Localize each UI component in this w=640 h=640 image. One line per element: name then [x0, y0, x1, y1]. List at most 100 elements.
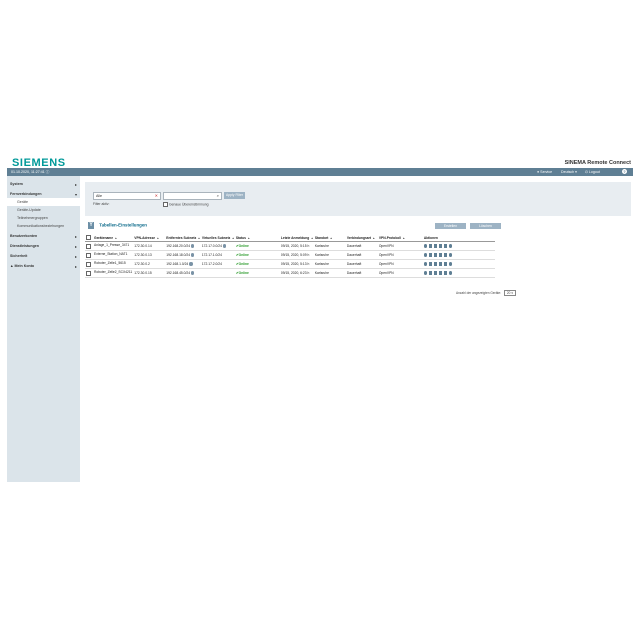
download-icon[interactable] [433, 262, 438, 266]
info-icon[interactable] [191, 271, 195, 275]
user-menu[interactable]: ● Service [537, 170, 552, 174]
status-cell: ✔Online [234, 268, 280, 278]
app-window: SIEMENS SINEMA Remote Connect 01.10.2020… [7, 155, 633, 482]
exact-match-checkbox[interactable] [163, 202, 168, 207]
delete-icon[interactable] [448, 271, 453, 275]
column-header[interactable]: Entferntes Subnetz ▴ [165, 234, 201, 242]
sidebar-item-system[interactable]: System ▸ [7, 180, 80, 188]
edit-icon[interactable] [428, 271, 433, 275]
sort-icon: ▴ [198, 235, 200, 240]
connect-icon[interactable] [443, 244, 448, 248]
sidebar-item-devices[interactable]: Geräte [7, 198, 80, 206]
connect-icon[interactable] [443, 271, 448, 275]
row-select-cell [85, 268, 93, 278]
download-icon[interactable] [433, 253, 438, 257]
select-all-checkbox[interactable] [86, 235, 91, 240]
language-select[interactable]: Deutsch ▾ [561, 170, 577, 174]
vpn-protocol: OpenVPN [377, 241, 423, 251]
sort-icon: ▴ [403, 235, 405, 240]
sidebar-item-services[interactable]: Dienstleistungen ▸ [7, 242, 80, 250]
vpn-protocol: OpenVPN [377, 250, 423, 260]
page-size-select[interactable]: 20 ▾ [503, 290, 516, 296]
status-badge: Online [238, 253, 249, 257]
edit-icon[interactable] [428, 262, 433, 266]
sidebar-item-label: ▲ Mein Konto [10, 264, 35, 269]
edit-icon[interactable] [428, 253, 433, 257]
search-input[interactable]: ⌕ [163, 192, 222, 200]
sidebar-item-security[interactable]: Sicherheit ▸ [7, 252, 80, 260]
connect-icon[interactable] [443, 253, 448, 257]
clear-icon[interactable]: ✕ [155, 193, 158, 199]
actions-cell [422, 241, 495, 251]
filter-icon: Y [88, 222, 94, 229]
delete-icon[interactable] [448, 244, 453, 248]
column-header[interactable]: Virtuelles Subnetz ▴ [200, 234, 235, 242]
row-select-cell [85, 241, 93, 251]
row-select-cell [85, 259, 93, 269]
row-checkbox[interactable] [86, 243, 91, 249]
apply-filter-button[interactable]: Apply Filter [224, 192, 245, 199]
edit-icon[interactable] [428, 244, 433, 248]
download-icon[interactable] [433, 244, 438, 248]
chevron-right-icon: ▸ [74, 263, 77, 269]
column-header[interactable]: VPN-Adresse ▴ [133, 234, 166, 242]
sidebar-item-my-account[interactable]: ▲ Mein Konto ▸ [7, 262, 80, 270]
chevron-right-icon: ▸ [74, 181, 77, 187]
location: Karlsruhe [313, 241, 346, 251]
logout-button[interactable]: ⏻ Logout [585, 170, 600, 174]
column-header[interactable]: VPN-Protokoll ▴ [377, 234, 423, 242]
filter-select-value: Alle [96, 194, 102, 198]
filter-select[interactable]: Alle ✕ [93, 192, 161, 200]
help-icon[interactable]: ? [622, 169, 627, 174]
devices-table: Gerätename ▴ VPN-Adresse ▴ Entferntes Subn… [85, 234, 495, 278]
location: Karlsruhe [313, 250, 346, 260]
device-name[interactable]: Roboter_Zelle2_SCX4211 [93, 268, 134, 278]
info-icon[interactable] [423, 262, 428, 266]
upload-icon[interactable] [438, 262, 443, 266]
info-icon[interactable] [191, 253, 195, 257]
sidebar-item-communication-relations[interactable]: Kommunikationsbeziehungen [7, 222, 80, 230]
info-icon[interactable] [189, 262, 193, 266]
column-header[interactable]: Gerätename ▴ [93, 234, 134, 242]
table-settings[interactable]: Y Tabellen-Einstellungen [88, 222, 147, 229]
info-icon[interactable] [423, 271, 428, 275]
sidebar-item-remote-connections[interactable]: Fernverbindungen ▾ [7, 190, 80, 198]
upload-icon[interactable] [438, 244, 443, 248]
delete-icon[interactable] [448, 253, 453, 257]
download-icon[interactable] [433, 271, 438, 275]
info-icon[interactable] [222, 244, 227, 248]
table-row[interactable]: Roboter_Zelle2_SCX4211 172.30.0.15 192.1… [85, 268, 495, 278]
info-icon[interactable] [423, 253, 428, 257]
device-name[interactable]: Anlage_1_Presse_3471 [93, 241, 134, 251]
upload-icon[interactable] [438, 271, 443, 275]
row-checkbox[interactable] [86, 270, 91, 276]
actions-cell [422, 268, 495, 278]
table-row[interactable]: Anlage_1_Presse_3471 172.30.0.14 192.168… [85, 241, 495, 251]
delete-button[interactable]: Löschen [470, 223, 501, 229]
column-header[interactable]: Standort ▴ [313, 234, 346, 242]
delete-icon[interactable] [448, 262, 453, 266]
sidebar-item-device-update[interactable]: Geräte-Update [7, 206, 80, 214]
sidebar-item-participant-groups[interactable]: Teilnehmergruppen [7, 214, 80, 222]
table-row[interactable]: Externe_Station_NAT1 172.30.0.13 192.168… [85, 250, 495, 260]
vpn-address: 172.30.0.2 [133, 259, 166, 269]
column-header[interactable]: Verbindungsart ▴ [345, 234, 378, 242]
device-name[interactable]: Externe_Station_NAT1 [93, 250, 134, 260]
info-icon[interactable] [423, 244, 428, 248]
sidebar-item-label: Sicherheit [10, 254, 28, 259]
create-button[interactable]: Erstellen [435, 223, 466, 229]
row-checkbox[interactable] [86, 261, 91, 267]
exact-match-option[interactable]: Genaue Übereinstimmung [163, 202, 209, 207]
sidebar-item-user-accounts[interactable]: Benutzerkonten ▸ [7, 232, 80, 240]
device-name[interactable]: Roboter_Zelle1_5615 [93, 259, 134, 269]
table-row[interactable]: Roboter_Zelle1_5615 172.30.0.2 192.168.1… [85, 259, 495, 269]
search-icon[interactable]: ⌕ [217, 193, 219, 199]
column-header-label: Virtuelles Subnetz [201, 235, 231, 240]
logout-icon: ⏻ [585, 170, 588, 174]
connect-icon[interactable] [443, 262, 448, 266]
column-header[interactable]: Status ▴ [234, 234, 280, 242]
upload-icon[interactable] [438, 253, 443, 257]
info-icon[interactable] [191, 244, 195, 248]
row-checkbox[interactable] [86, 252, 91, 258]
column-header[interactable]: Letzte Anmeldung ▴ [279, 234, 314, 242]
